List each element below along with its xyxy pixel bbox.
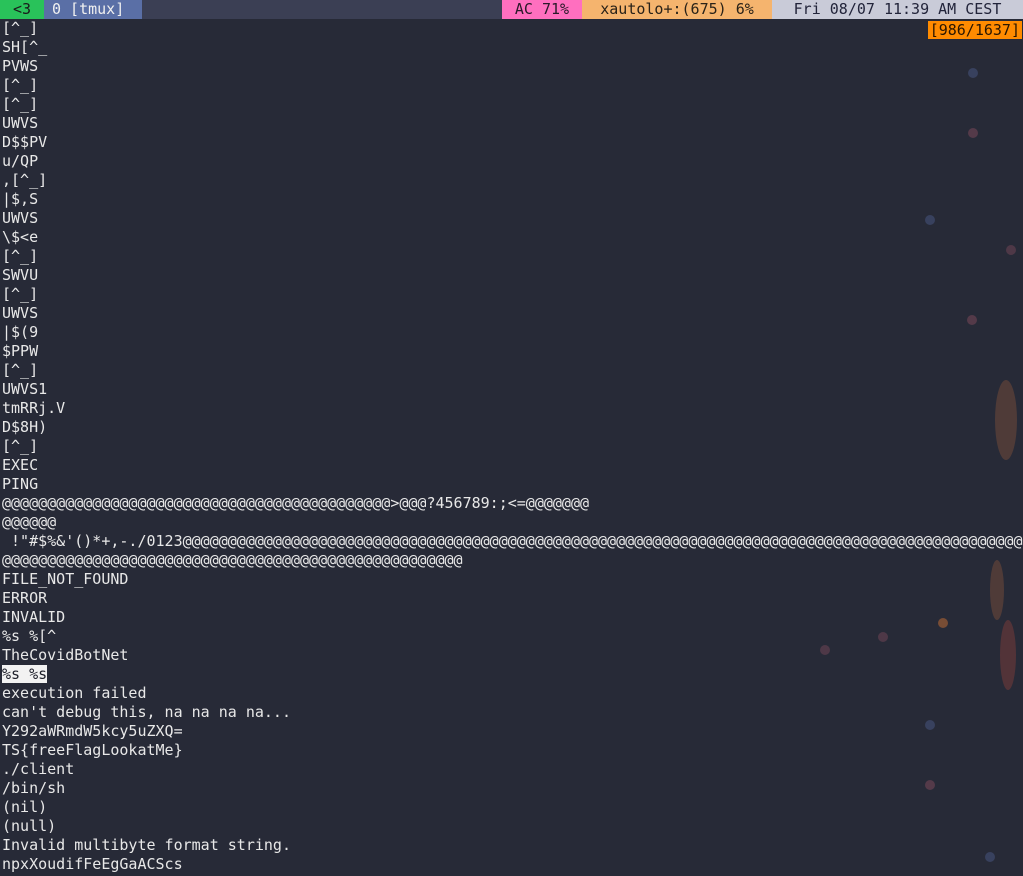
terminal-line: [^_] [2,247,1023,266]
terminal-line: [^_] [2,437,1023,456]
terminal-line-text: EXEC [2,456,39,474]
terminal-line-text: [^_] [2,437,39,455]
terminal-line: (nil) [2,798,1023,817]
terminal-line-text: UWVS [2,209,39,227]
terminal-line-text: u/QP [2,152,39,170]
terminal-line: SH[^_ [2,38,1023,57]
terminal-line: $PPW [2,342,1023,361]
terminal-line-text: UWVS [2,304,39,322]
tmux-status-bar: <3 0 [tmux] AC 71% xautolo+:(675) 6% Fri… [0,0,1023,19]
terminal-output[interactable]: [^_] SH[^_ PVWS [^_] [^_] UWVS D$$PV u/QP ,[^_] |… [2,19,1023,876]
terminal-line: PVWS [2,57,1023,76]
terminal-line-text: /bin/sh [2,779,66,797]
terminal-line-text: @@@@@@ [2,513,57,531]
terminal-line-text: @@@@@@@@@@@@@@@@@@@@@@@@@@@@@@@@@@@@@@@@… [2,551,463,569]
terminal-line-text: Invalid multibyte format string. [2,836,291,854]
terminal-line: [^_] [2,19,1023,38]
terminal-line: !"#$%&'()*+,-./0123@@@@@@@@@@@@@@@@@@@@@… [2,532,1023,551]
terminal-line-text: @@@@@@@@@@@@@@@@@@@@@@@@@@@@@@@@@@@@@@@@… [2,494,589,512]
terminal-line: FILE_NOT_FOUND [2,570,1023,589]
tmux-window-label: 0 [tmux] [52,0,125,18]
terminal-line: EXEC [2,456,1023,475]
terminal-line: @@@@@@@@@@@@@@@@@@@@@@@@@@@@@@@@@@@@@@@@… [2,551,1023,570]
terminal-line-text: TheCovidBotNet [2,646,129,664]
terminal-line: TheCovidBotNet [2,646,1023,665]
terminal-line-text: %s %[^ [2,627,57,645]
terminal-line: ERROR [2,589,1023,608]
terminal-line: [^_] [2,76,1023,95]
terminal-line-text: \$<e [2,228,39,246]
terminal-line-text: ,[^_] [2,171,48,189]
terminal-line-text: (null) [2,817,57,835]
terminal-line-text: UWVS1 [2,380,48,398]
terminal-line: TS{freeFlagLookatMe} [2,741,1023,760]
terminal-line: npxXoudifFeEgGaACScs [2,855,1023,874]
terminal-line: INVALID [2,608,1023,627]
terminal-line: UWVS [2,114,1023,133]
terminal-line: tmRRj.V [2,399,1023,418]
terminal-line-text: ERROR [2,589,48,607]
terminal-line: |$(9 [2,323,1023,342]
terminal-line: ,[^_] [2,171,1023,190]
terminal-line-text: %s %s [2,665,48,683]
terminal-line: @@@@@@ [2,513,1023,532]
datetime-clock: Fri 08/07 11:39 AM CEST [772,0,1023,19]
terminal-line-text: UWVS [2,114,39,132]
terminal-line-text: Y292aWRmdW5kcy5uZXQ= [2,722,183,740]
terminal-line-text: [^_] [2,361,39,379]
terminal-line-text: INVALID [2,608,66,626]
terminal-line: ./client [2,760,1023,779]
terminal-line-text: D$8H) [2,418,48,436]
terminal-line-text: PING [2,475,39,493]
terminal-line-text: [^_] [2,285,39,303]
terminal-line: %s %[^ [2,627,1023,646]
terminal-line: [^_] [2,95,1023,114]
terminal-line: [^_] [2,361,1023,380]
terminal-line: UWVS [2,209,1023,228]
terminal-line-text: SWVU [2,266,39,284]
terminal-line-text: execution failed [2,684,147,702]
tmux-window-tab[interactable]: 0 [tmux] [44,0,142,19]
terminal-line: execution failed [2,684,1023,703]
terminal-line-text: tmRRj.V [2,399,66,417]
terminal-line: D$$PV [2,133,1023,152]
terminal-line: @@@@@@@@@@@@@@@@@@@@@@@@@@@@@@@@@@@@@@@@… [2,494,1023,513]
terminal-line-text: FILE_NOT_FOUND [2,570,129,588]
heart-indicator: <3 [0,0,44,19]
terminal-line-text: can't debug this, na na na na... [2,703,291,721]
terminal-line-highlighted: %s %s [2,665,1023,684]
xautolock-status: xautolo+:(675) 6% [582,0,772,19]
terminal-line: Invalid multibyte format string. [2,836,1023,855]
terminal-line: /bin/sh [2,779,1023,798]
terminal-line: (null) [2,817,1023,836]
terminal-line-text: ./client [2,760,75,778]
terminal-line: |$,S [2,190,1023,209]
terminal-line-text: TS{freeFlagLookatMe} [2,741,183,759]
terminal-line: UWVS [2,304,1023,323]
terminal-line-text: |$(9 [2,323,39,341]
terminal-line-text: !"#$%&'()*+,-./0123@@@@@@@@@@@@@@@@@@@@@… [2,532,1023,550]
terminal-line-text: [^_] [2,247,39,265]
terminal-line-text: D$$PV [2,133,48,151]
terminal-line: \$<e [2,228,1023,247]
terminal-line: [^_] [2,285,1023,304]
battery-status: AC 71% [502,0,582,19]
terminal-line: PING [2,475,1023,494]
terminal-line-text: npxXoudifFeEgGaACScs [2,855,183,873]
scroll-position-indicator: [986/1637] [927,21,1022,39]
terminal-line: can't debug this, na na na na... [2,703,1023,722]
terminal-line: SWVU [2,266,1023,285]
terminal-line-text: (nil) [2,798,48,816]
terminal-line: D$8H) [2,418,1023,437]
terminal-line: UWVS1 [2,380,1023,399]
terminal-line-text: $PPW [2,342,39,360]
terminal-line-text: |$,S [2,190,39,208]
terminal-line: u/QP [2,152,1023,171]
terminal-line: Y292aWRmdW5kcy5uZXQ= [2,722,1023,741]
